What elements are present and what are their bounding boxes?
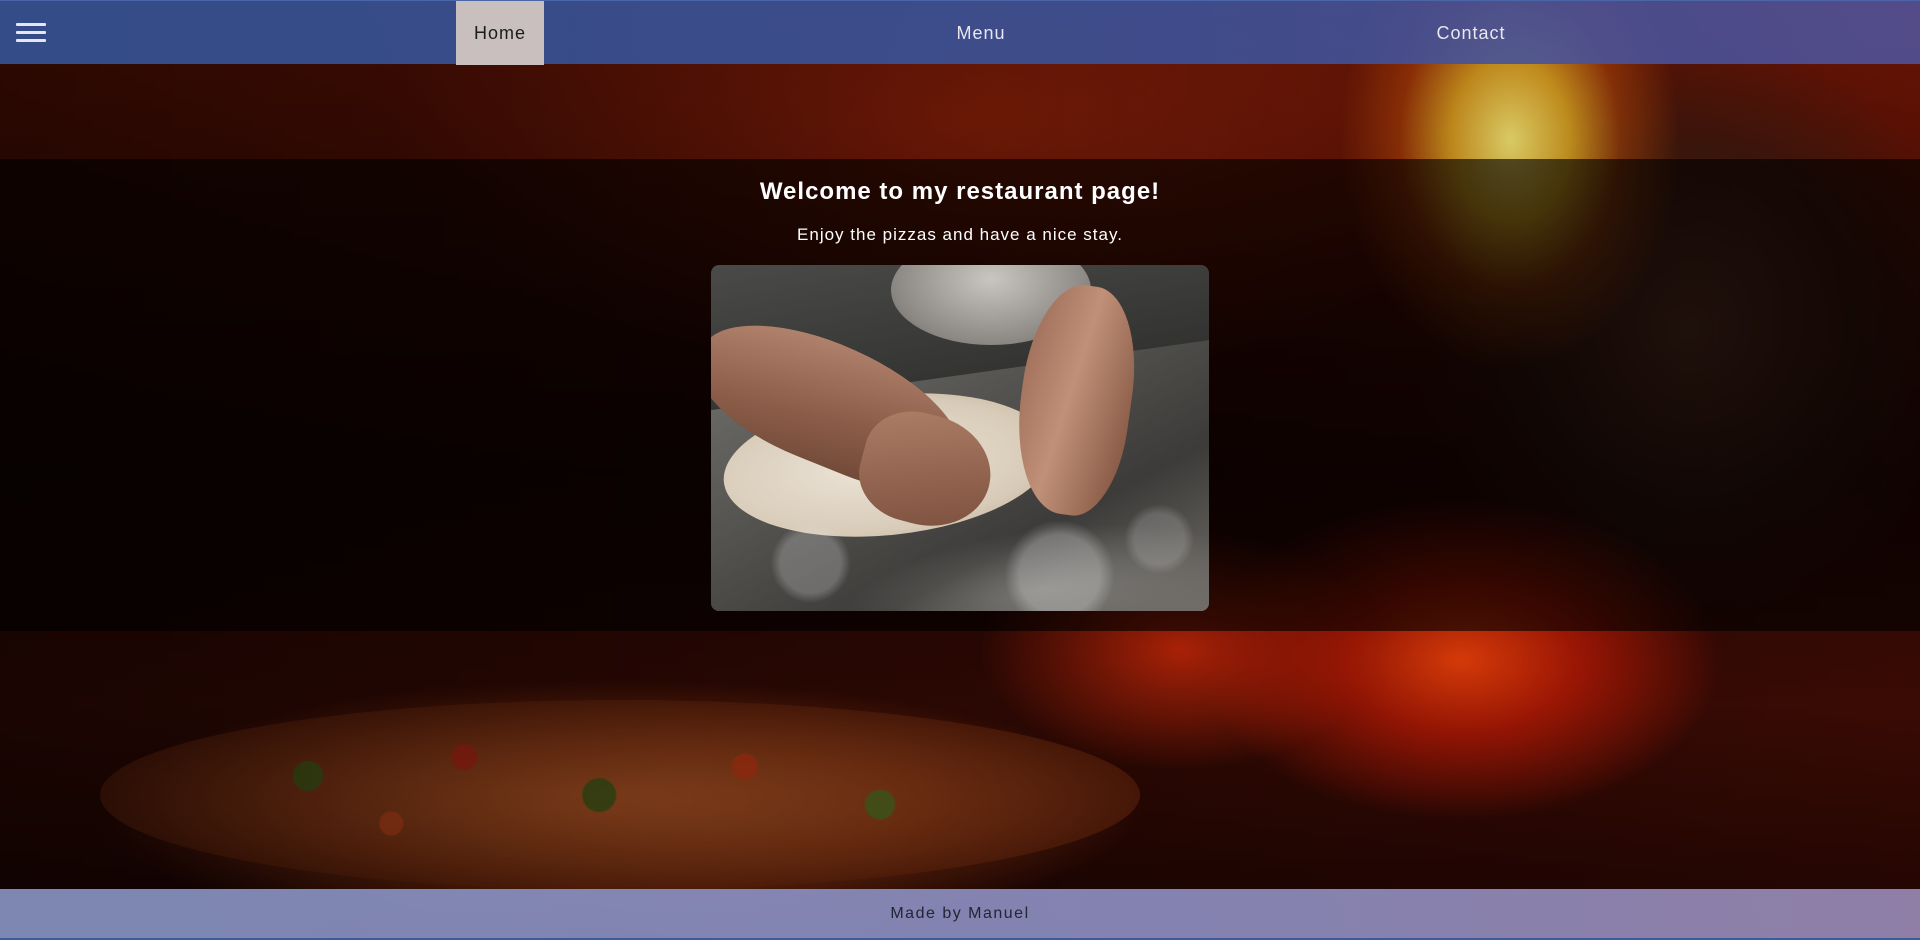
page-footer: Made by Manuel [0, 889, 1920, 940]
nav-tab-home[interactable]: Home [456, 1, 544, 65]
restaurant-page: Home Menu Contact Welcome to my restaura… [0, 0, 1920, 940]
hero-title: Welcome to my restaurant page! [759, 178, 1161, 205]
top-navigation-bar: Home Menu Contact [0, 0, 1920, 65]
nav-tab-menu[interactable]: Menu [931, 1, 1031, 65]
hero-photo-dough-hands [711, 265, 1209, 611]
nav-tab-contact[interactable]: Contact [1421, 1, 1521, 65]
hero-subtitle: Enjoy the pizzas and have a nice stay. [797, 225, 1123, 244]
footer-credit: Made by Manuel [890, 905, 1030, 922]
hamburger-menu-icon[interactable] [16, 23, 46, 45]
